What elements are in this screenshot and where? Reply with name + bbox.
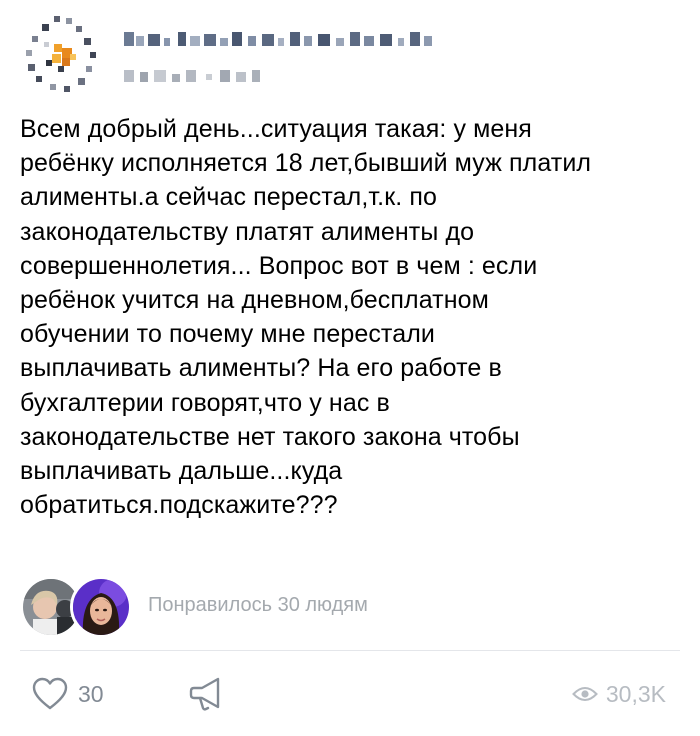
divider xyxy=(20,650,680,651)
author-avatar-pixelated[interactable] xyxy=(24,14,104,94)
post-text: Всем добрый день...ситуация такая: у мен… xyxy=(20,115,592,520)
share-button[interactable] xyxy=(188,674,232,714)
author-name-pixelated[interactable] xyxy=(124,28,454,52)
likers-summary[interactable]: Понравилось 30 людям xyxy=(20,574,680,638)
heart-icon xyxy=(32,677,68,710)
post-actions-bar: 30 30,3K xyxy=(20,664,680,724)
views-count: 30,3K xyxy=(605,680,666,707)
liker-avatar[interactable] xyxy=(70,576,132,638)
like-button[interactable]: 30 xyxy=(32,674,104,714)
eye-icon xyxy=(572,687,598,701)
post-date-pixelated xyxy=(124,70,260,82)
likes-summary-text[interactable]: Понравилось 30 людям xyxy=(148,594,368,617)
post-header xyxy=(20,10,680,100)
views-counter: 30,3K xyxy=(572,674,666,714)
megaphone-share-icon xyxy=(189,677,220,711)
like-count: 30 xyxy=(78,680,104,707)
